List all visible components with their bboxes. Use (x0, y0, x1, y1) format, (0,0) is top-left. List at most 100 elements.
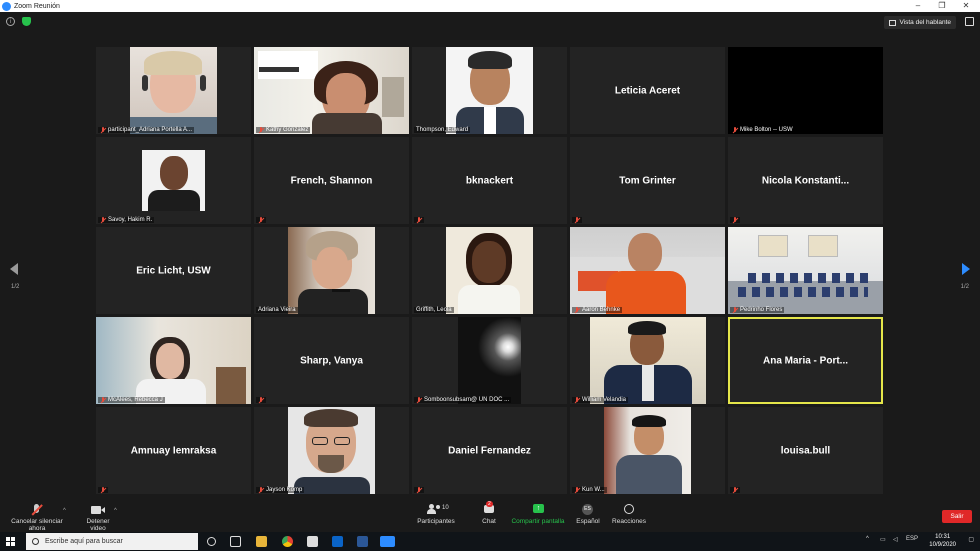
taskbar-search-placeholder: Escribe aquí para buscar (45, 538, 123, 545)
minimize-button[interactable]: – (906, 0, 930, 12)
mic-muted-icon (574, 487, 580, 493)
participant-tile[interactable]: Pedrinho Flores (728, 227, 883, 314)
participant-label: Pedrinho Flores (730, 307, 785, 313)
participant-name: Eric Licht, USW (136, 265, 211, 276)
mic-muted-icon (574, 217, 580, 223)
info-icon[interactable]: i (6, 17, 15, 26)
participant-tile[interactable]: participant_Adriana Portella A... (96, 47, 251, 134)
participant-name: Sharp, Vanya (300, 355, 363, 366)
windows-taskbar: Escribe aquí para buscar ^ ▭ ◁ ESP 10:31… (0, 532, 980, 551)
participant-label: Aaron Behnke (572, 307, 623, 313)
unmute-button[interactable]: Cancelar silenciar ahora (5, 504, 69, 532)
window-titlebar: Zoom Reunión – ❐ ✕ (0, 0, 980, 12)
participants-button[interactable]: 10 Participantes (414, 504, 458, 525)
participant-tile[interactable]: Somboonsubsarn@ UN DOC ... (412, 317, 567, 404)
participant-video (590, 317, 706, 404)
participant-tile[interactable]: Eric Licht, USW (96, 227, 251, 314)
previous-page-arrow-icon[interactable] (10, 263, 18, 275)
participant-tile-active-speaker[interactable]: Ana Maria - Port... (728, 317, 883, 404)
share-screen-button[interactable]: ↑ Compartir pantalla (510, 504, 566, 525)
participants-count: 10 (442, 505, 449, 511)
mic-muted-icon (100, 397, 106, 403)
participant-tile[interactable]: Aaron Behnke (570, 227, 725, 314)
show-hidden-icons-icon[interactable]: ^ (866, 536, 869, 542)
participant-tile[interactable]: McAlees, Rebecca J (96, 317, 251, 404)
participant-video (142, 150, 205, 211)
word-icon[interactable] (357, 536, 368, 547)
input-language[interactable]: ESP (906, 536, 918, 542)
page-indicator-right: 1/2 (960, 284, 969, 290)
language-globe-icon: ES (574, 504, 602, 515)
participant-name: Tom Grinter (619, 175, 676, 186)
mic-muted-icon (416, 397, 422, 403)
outlook-icon[interactable] (332, 536, 343, 547)
taskbar-search-box[interactable]: Escribe aquí para buscar (26, 533, 198, 550)
unmute-label: Cancelar silenciar ahora (11, 518, 63, 532)
participant-label (572, 217, 582, 223)
mic-muted-icon (416, 487, 422, 493)
participant-tile[interactable]: Kathy Gonzalez (254, 47, 409, 134)
participant-label (256, 397, 266, 403)
participant-name: louisa.bull (780, 445, 831, 456)
participant-video (446, 227, 533, 314)
participant-label (98, 487, 108, 493)
mic-muted-icon (100, 217, 106, 223)
mic-muted-icon (258, 487, 264, 493)
participant-tile[interactable]: bknackert (412, 137, 567, 224)
participant-label: Thompson, Edward (414, 127, 471, 133)
participant-tile[interactable]: louisa.bull (728, 407, 883, 494)
mic-muted-icon (258, 397, 264, 403)
participant-tile[interactable]: Amnuay Iemraksa (96, 407, 251, 494)
task-view-icon[interactable] (230, 536, 241, 547)
zoom-taskbar-icon[interactable] (380, 536, 395, 547)
participant-label (730, 217, 740, 223)
reactions-button[interactable]: Reacciones (612, 504, 646, 525)
fullscreen-icon[interactable] (965, 17, 974, 26)
participant-tile[interactable]: Thompson, Edward (412, 47, 567, 134)
participant-tile[interactable]: Tom Grinter (570, 137, 725, 224)
participant-label: McAlees, Rebecca J (98, 397, 165, 403)
participant-tile[interactable]: Leticia Aceret (570, 47, 725, 134)
participant-video (604, 407, 691, 494)
participant-tile[interactable]: Sharp, Vanya (254, 317, 409, 404)
language-button[interactable]: ES Español (574, 504, 602, 525)
chat-button[interactable]: 2 Chat (476, 501, 502, 525)
participant-tile[interactable]: Griffith, Leola (412, 227, 567, 314)
windows-start-icon[interactable] (6, 537, 15, 546)
audio-options-caret[interactable]: ^ (63, 508, 66, 514)
participant-tile[interactable]: French, Shannon (254, 137, 409, 224)
mic-muted-icon (732, 307, 738, 313)
file-explorer-icon[interactable] (256, 536, 267, 547)
restore-button[interactable]: ❐ (930, 0, 954, 12)
clock-date: 10/9/2020 (929, 541, 956, 548)
notifications-icon[interactable]: ▢ (968, 536, 974, 543)
participant-tile[interactable]: William Velandia (570, 317, 725, 404)
leave-meeting-button[interactable]: Salir (942, 510, 972, 523)
participant-tile[interactable]: Adriana Vieira (254, 227, 409, 314)
mic-muted-icon (732, 127, 738, 133)
participant-tile[interactable]: Mike Bolton -- USW (728, 47, 883, 134)
chrome-icon[interactable] (282, 536, 293, 547)
smiley-icon (612, 504, 646, 515)
mic-muted-icon (574, 307, 580, 313)
volume-icon[interactable]: ◁ (893, 536, 898, 543)
security-shield-icon[interactable] (22, 17, 31, 26)
participant-tile[interactable]: Nicola Konstanti... (728, 137, 883, 224)
participant-tile[interactable]: Savoy, Hakim R. (96, 137, 251, 224)
meeting-topbar: i Vista del hablante (0, 12, 980, 32)
participant-label: Adriana Vieira (256, 307, 298, 313)
calculator-icon[interactable] (307, 536, 318, 547)
participant-tile[interactable]: Jayson Komp (254, 407, 409, 494)
video-options-caret[interactable]: ^ (114, 508, 117, 514)
stop-video-button[interactable]: Detener video (78, 504, 118, 532)
taskbar-clock[interactable]: 10:31 10/9/2020 (929, 534, 956, 549)
participant-tile[interactable]: Kun W... (570, 407, 725, 494)
speaker-view-button[interactable]: Vista del hablante (884, 16, 956, 29)
participant-tile[interactable]: Daniel Fernandez (412, 407, 567, 494)
close-button[interactable]: ✕ (954, 0, 978, 12)
participant-label: Kun W... (572, 487, 607, 493)
mic-muted-icon (416, 217, 422, 223)
cortana-icon[interactable] (207, 537, 216, 546)
next-page-arrow-icon[interactable] (962, 263, 970, 275)
network-icon[interactable]: ▭ (880, 536, 886, 543)
